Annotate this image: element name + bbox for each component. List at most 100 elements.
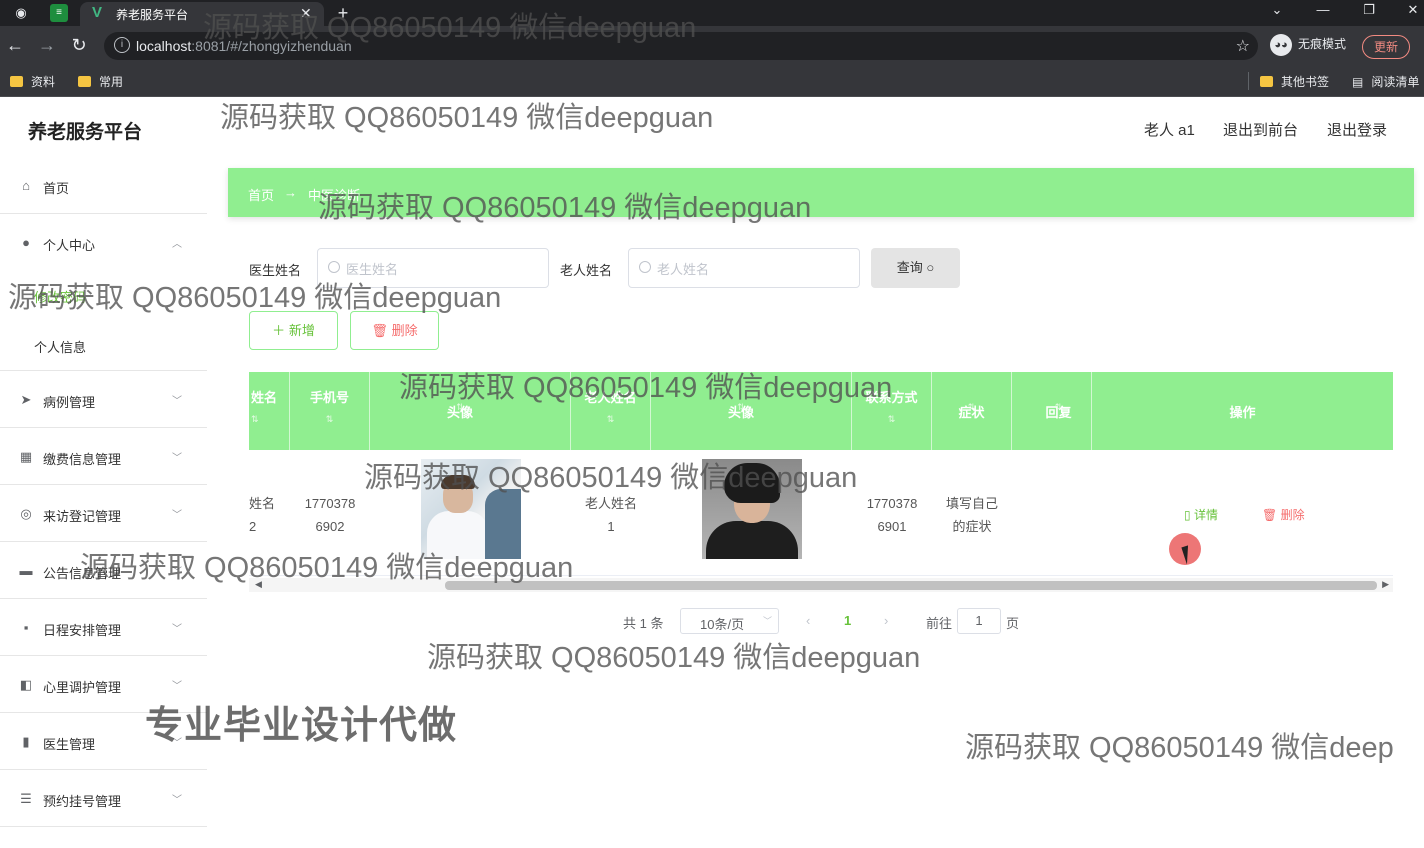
column-header-symptom[interactable]: 症状 ⇅ [932,372,1012,450]
cell-elder-name: 老人姓名 1 [571,492,651,538]
site-info-icon[interactable]: i [114,37,130,53]
chevron-down-icon: ﹀ [172,567,182,578]
sidebar-subitem-personal-info[interactable]: 个人信息 [0,321,207,371]
cell-contact: 1770378 6901 [852,492,932,538]
chat-icon: ▪ [23,620,29,635]
tab-close-icon[interactable]: ✕ [300,5,312,22]
bookmark-star-icon[interactable]: ☆ [1236,36,1250,56]
doctor-name-field[interactable] [317,248,549,288]
trash-icon: 🗑 [371,323,388,338]
avatar-shape [706,521,798,559]
chevron-down-icon: ﹀ [172,453,182,464]
column-header-label: 联系方式 [865,390,918,405]
next-page-icon[interactable]: › [884,613,888,628]
ticket-icon: ▬ [19,563,33,578]
add-button[interactable]: ＋ 新增 [249,311,338,350]
grid-icon: ▦ [19,449,33,464]
forward-icon[interactable]: → [36,35,58,56]
sidebar-item-notice-management[interactable]: ▬ 公告信息管理 ﹀ [0,543,207,599]
minimize-icon[interactable]: — [1308,2,1338,17]
column-header-label: 操作 [1229,405,1256,420]
sidebar-item-home[interactable]: ⌂ 首页 [0,158,207,214]
update-button[interactable]: 更新 [1362,35,1410,59]
sort-icon: ⇅ [887,414,896,424]
scroll-right-icon[interactable]: ▶ [1382,579,1389,590]
tab-search-icon[interactable]: ⌄ [1262,2,1292,18]
table-header: 姓名 ⇅ 手机号 ⇅ 头像 ⇅ 老人姓名 ⇅ 头像 ⇅ 联系方式 ⇅ 症状 ⇅ 回复 ⇅… [249,372,1393,450]
page-number-current[interactable]: 1 [844,613,851,628]
incognito-indicator[interactable]: ◕◕ 无痕模式 [1270,34,1346,56]
incognito-icon: ◕◕ [1270,34,1292,56]
url-text[interactable]: localhost:8081/#/zhongyizhenduan [136,38,352,54]
sidebar-item-payment-management[interactable]: ▦ 缴费信息管理 ﹀ [0,429,207,485]
column-header-contact[interactable]: 联系方式 ⇅ [852,372,932,450]
back-icon[interactable]: ← [4,35,26,56]
watermark-text: 源码获取 QQ86050149 微信deepguan [220,102,714,134]
folder-icon [1260,76,1273,87]
logout-link[interactable]: 退出登录 [1327,119,1387,140]
chevron-down-icon: ﹀ [763,616,773,626]
scrollbar-thumb[interactable] [445,581,1377,590]
maximize-icon[interactable]: ❐ [1354,2,1384,18]
reload-icon[interactable]: ↻ [68,35,90,56]
column-header-doctor-avatar[interactable]: 头像 ⇅ [370,372,571,450]
doctor-name-input[interactable] [346,259,542,279]
sidebar-item-label: 预约挂号管理 [43,794,122,809]
goto-page-input[interactable]: 1 [957,608,1001,634]
url-path: :8081/#/zhongyizhenduan [191,38,352,54]
column-header-elder-avatar[interactable]: 头像 ⇅ [651,372,852,450]
chevron-down-icon: ﹀ [172,795,182,806]
address-bar[interactable]: i localhost:8081/#/zhongyizhenduan ☆ [104,32,1258,60]
new-tab-icon[interactable]: + [334,4,352,22]
watermark-text: 源码获取 QQ86050149 微信deepguan [427,642,921,674]
avatar-shape [724,463,780,503]
app-logo[interactable]: 养老服务平台 [28,117,142,144]
back-to-front-link[interactable]: 退出到前台 [1223,119,1298,140]
sidebar-subitem-label: 个人信息 [34,340,87,355]
elder-name-input[interactable] [657,259,853,279]
document-icon: ▯ [1184,508,1191,522]
browser-tab-active[interactable]: V 养老服务平台 ✕ [80,2,324,26]
sidebar-item-personal-center[interactable]: ● 个人中心 ︿ [0,215,207,271]
page-size-select[interactable]: 10条/页 ﹀ [680,608,779,634]
column-header-reply[interactable]: 回复 ⇅ [1012,372,1092,450]
sidebar-item-case-management[interactable]: ➤ 病例管理 ﹀ [0,372,207,428]
pinned-tab-icon[interactable]: ≡ [50,4,68,22]
folder-icon [10,76,23,87]
url-host: localhost [136,38,192,54]
browser-tab-title: 养老服务平台 [116,8,189,22]
current-user-link[interactable]: 老人 a1 [1144,119,1195,140]
prev-page-icon[interactable]: ‹ [806,613,810,628]
breadcrumb-home[interactable]: 首页 [248,185,274,204]
sidebar-subitem-change-password[interactable]: 修改密码 [0,271,207,321]
reading-list[interactable]: ▤ 阅读清单 [1352,73,1419,90]
bookmark-folder-changyong[interactable]: 常用 [78,73,123,90]
sidebar-item-label: 个人中心 [43,238,96,253]
elder-name-label: 老人姓名 [560,263,613,278]
cell-symptom: 填写自己 的症状 [932,492,1012,538]
page-unit-label: 页 [1006,616,1020,631]
bookmark-folder-ziliao[interactable]: 资料 [10,73,55,90]
sidebar-item-label: 病例管理 [43,395,96,410]
bookmark-separator [1248,72,1249,90]
sidebar-item-appointment-management[interactable]: ☰ 预约挂号管理 ﹀ [0,771,207,827]
window-close-icon[interactable]: ✕ [1398,2,1424,18]
horizontal-scrollbar[interactable]: ◀ ▶ [249,578,1393,592]
sidebar-item-visit-management[interactable]: ◎ 来访登记管理 ﹀ [0,486,207,542]
detail-button[interactable]: ▯ 详情 [1184,506,1218,523]
query-button[interactable]: 查询 ○ [871,248,960,288]
avatar-shape [485,489,521,559]
cell-line: 1770378 [866,496,918,511]
sidebar-item-schedule-management[interactable]: ▪ 日程安排管理 ﹀ [0,600,207,656]
bookmark-other[interactable]: 其他书签 [1260,73,1329,90]
plus-icon: ＋ [272,323,286,338]
column-header-doctor-name[interactable]: 姓名 ⇅ [249,372,290,450]
add-button-label: 新增 [288,323,315,338]
batch-delete-button[interactable]: 🗑 删除 [350,311,439,350]
browser-menu-icon[interactable]: ◉ [12,4,30,22]
breadcrumb-current: 中医诊断 [308,188,361,203]
row-delete-button[interactable]: 🗑 删除 [1262,506,1305,523]
scroll-left-icon[interactable]: ◀ [255,579,262,590]
elder-name-field[interactable] [628,248,860,288]
page-size-value: 10条/页 [700,617,745,632]
